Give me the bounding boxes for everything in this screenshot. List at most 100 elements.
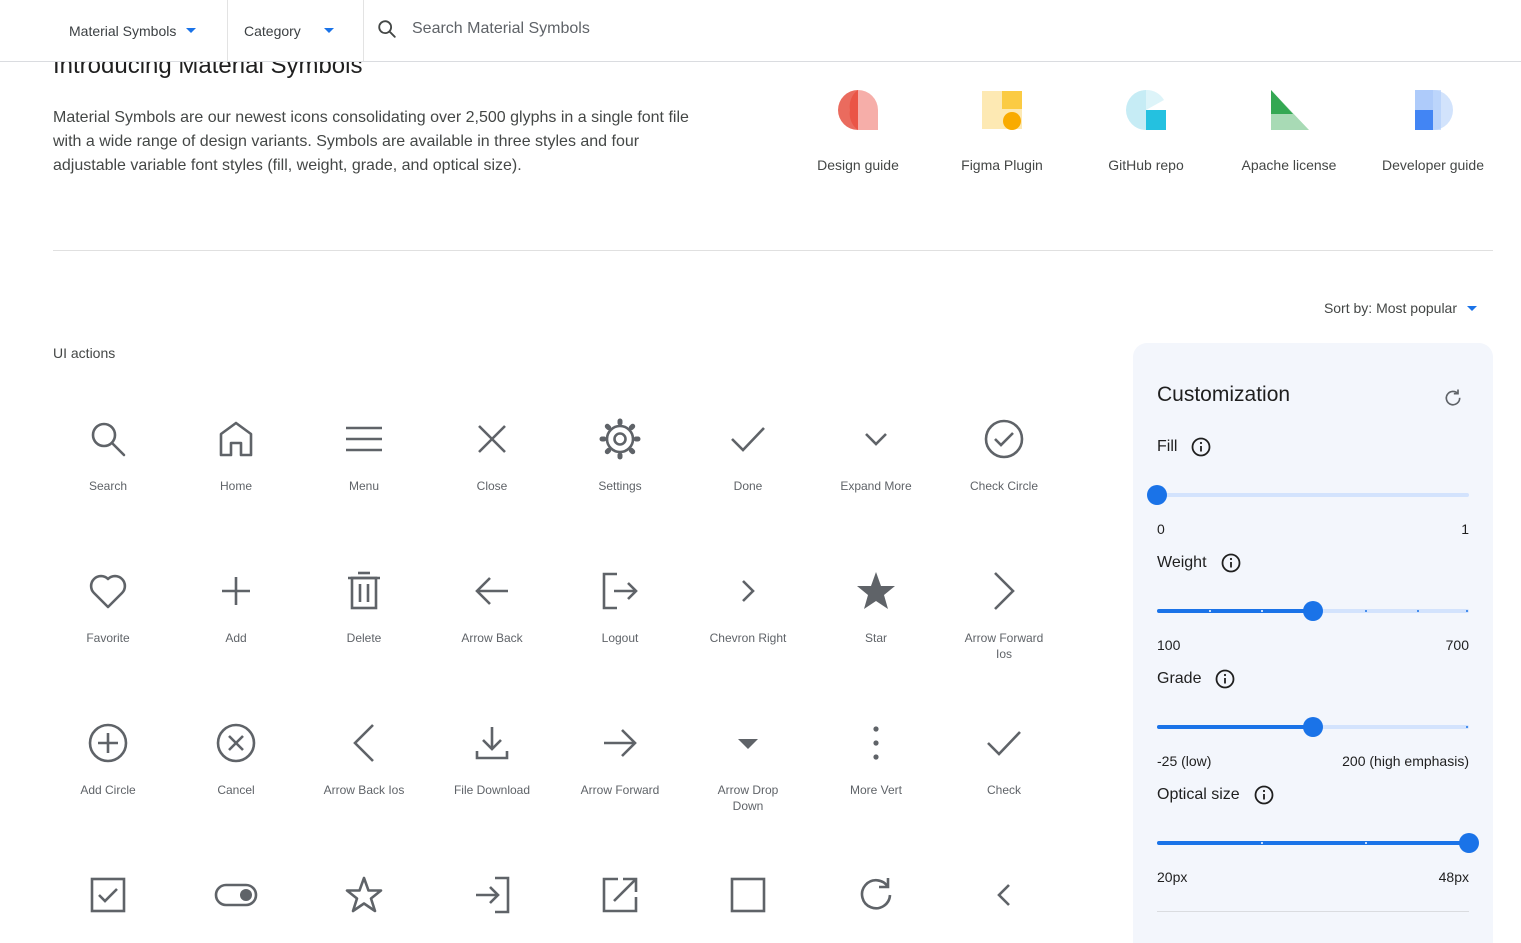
github-repo-link[interactable]: GitHub repo <box>1081 88 1211 173</box>
icon-tile-arrow-back-ios[interactable]: Arrow Back Ios <box>308 721 420 798</box>
icon-tile-close[interactable]: Close <box>436 417 548 494</box>
icon-tile-home[interactable]: Home <box>180 417 292 494</box>
icon-tile-logout[interactable]: Logout <box>564 569 676 646</box>
font-family-dropdown[interactable]: Material Symbols <box>69 0 197 61</box>
arrow-forward-icon <box>604 729 637 757</box>
weight-slider-thumb[interactable] <box>1303 601 1323 621</box>
icon-tile-check-box[interactable] <box>52 873 164 917</box>
caret-down-icon <box>186 28 197 33</box>
icon-tile-label: Cancel <box>217 783 255 797</box>
apache-license-logo-icon <box>1267 88 1311 132</box>
fill-label-text: Fill <box>1157 438 1178 455</box>
slider-tick <box>1465 726 1468 728</box>
optical-size-slider-fill <box>1157 841 1469 845</box>
weight-slider[interactable] <box>1157 601 1469 621</box>
toggle-on-icon <box>214 883 258 907</box>
icon-tile-expand-more[interactable]: Expand More <box>820 417 932 494</box>
info-icon[interactable] <box>1215 669 1235 689</box>
login-icon <box>476 876 510 914</box>
category-dropdown[interactable]: Category <box>244 0 334 61</box>
sort-dropdown[interactable]: Sort by: Most popular <box>1324 300 1477 316</box>
design-guide-link[interactable]: Design guide <box>793 88 923 173</box>
icon-tile-arrow-back[interactable]: Arrow Back <box>436 569 548 646</box>
fill-min-label: 0 <box>1157 521 1165 537</box>
reset-button[interactable] <box>1443 387 1463 412</box>
icon-tile-delete[interactable]: Delete <box>308 569 420 646</box>
slider-tick <box>1209 610 1211 612</box>
icon-tile-label: More Vert <box>849 783 903 797</box>
icon-tile-check-box-outline-blank[interactable] <box>692 873 804 917</box>
weight-max-label: 700 <box>1445 637 1469 653</box>
fill-slider[interactable] <box>1147 485 1469 505</box>
heart-icon <box>89 574 127 609</box>
icon-tile-label: Expand More <box>840 479 912 493</box>
section-divider <box>53 250 1493 251</box>
icon-tile-file-download[interactable]: File Download <box>436 721 548 798</box>
figma-plugin-link[interactable]: Figma Plugin <box>937 88 1067 173</box>
toolbar-separator <box>363 0 364 61</box>
icon-tile-add-circle[interactable]: Add Circle <box>52 721 164 798</box>
expand-more-icon <box>865 433 887 446</box>
icon-tile-chevron-left[interactable] <box>948 873 1060 917</box>
optical-size-slider-thumb[interactable] <box>1459 833 1479 853</box>
icon-tile-grade[interactable] <box>308 873 420 917</box>
developer-guide-link[interactable]: Developer guide <box>1368 88 1498 173</box>
icon-tile-chevron-right[interactable]: Chevron Right <box>692 569 804 646</box>
icon-tile-label: File Download <box>453 783 531 797</box>
icon-tile-check-circle[interactable]: Check Circle <box>948 417 1060 494</box>
icon-tile-arrow-forward-ios[interactable]: Arrow Forward Ios <box>948 569 1060 662</box>
grade-label: Grade <box>1157 669 1235 689</box>
done-icon <box>731 427 765 452</box>
customization-panel: Customization Fill 0 1 Weight 100 700 Gr… <box>1133 343 1493 943</box>
toolbar-separator <box>227 0 228 61</box>
optical-size-max-label: 48px <box>1438 869 1469 885</box>
icon-tile-arrow-forward[interactable]: Arrow Forward <box>564 721 676 798</box>
icon-tile-star[interactable]: Star <box>820 569 932 646</box>
icon-tile-open-in-new[interactable] <box>564 873 676 917</box>
info-icon[interactable] <box>1221 553 1241 573</box>
icon-tile-label: Arrow Forward Ios <box>964 631 1044 661</box>
info-icon[interactable] <box>1254 785 1274 805</box>
weight-slider-fill <box>1157 609 1313 613</box>
add-icon <box>222 577 250 605</box>
icon-tile-settings[interactable]: Settings <box>564 417 676 494</box>
caret-down-icon <box>1467 305 1477 311</box>
github-repo-logo-icon <box>1124 88 1168 132</box>
check-icon <box>987 731 1021 756</box>
icon-tile-check[interactable]: Check <box>948 721 1060 798</box>
icon-tile-more-vert[interactable]: More Vert <box>820 721 932 798</box>
icon-tile-add[interactable]: Add <box>180 569 292 646</box>
icon-tile-done[interactable]: Done <box>692 417 804 494</box>
fill-slider-thumb[interactable] <box>1147 485 1167 505</box>
apache-license-link[interactable]: Apache license <box>1224 88 1354 173</box>
icon-tile-refresh[interactable] <box>820 873 932 917</box>
grade-slider[interactable] <box>1157 717 1469 737</box>
icon-tile-label: Home <box>219 479 252 493</box>
search-input[interactable] <box>412 20 812 38</box>
github-repo-label: GitHub repo <box>1108 157 1184 173</box>
icon-tile-label: Arrow Drop Down <box>717 783 779 813</box>
grade-label-text: Grade <box>1157 670 1202 687</box>
optical-size-min-label: 20px <box>1157 869 1188 885</box>
grade-min-label: -25 (low) <box>1157 753 1212 769</box>
info-icon[interactable] <box>1191 437 1211 457</box>
icon-tile-toggle-on[interactable] <box>180 873 292 917</box>
fill-max-label: 1 <box>1461 521 1469 537</box>
category-dropdown-label: Category <box>244 22 301 39</box>
icon-tile-label: Add Circle <box>80 783 136 797</box>
icon-tile-label: Arrow Back <box>461 631 523 645</box>
optical-size-slider[interactable] <box>1157 833 1479 853</box>
icon-tile-arrow-drop-down[interactable]: Arrow Drop Down <box>692 721 804 814</box>
icon-tile-menu[interactable]: Menu <box>308 417 420 494</box>
icon-tile-login[interactable] <box>436 873 548 917</box>
icon-tile-label: Close <box>476 479 508 493</box>
icon-tile-label: Logout <box>601 631 639 645</box>
design-guide-label: Design guide <box>817 157 899 173</box>
icon-tile-cancel[interactable]: Cancel <box>180 721 292 798</box>
close-icon <box>478 425 506 453</box>
star-outline-icon <box>345 876 383 913</box>
icon-tile-search[interactable]: Search <box>52 417 164 494</box>
slider-tick <box>1365 610 1367 612</box>
icon-tile-favorite[interactable]: Favorite <box>52 569 164 646</box>
grade-slider-thumb[interactable] <box>1303 717 1323 737</box>
